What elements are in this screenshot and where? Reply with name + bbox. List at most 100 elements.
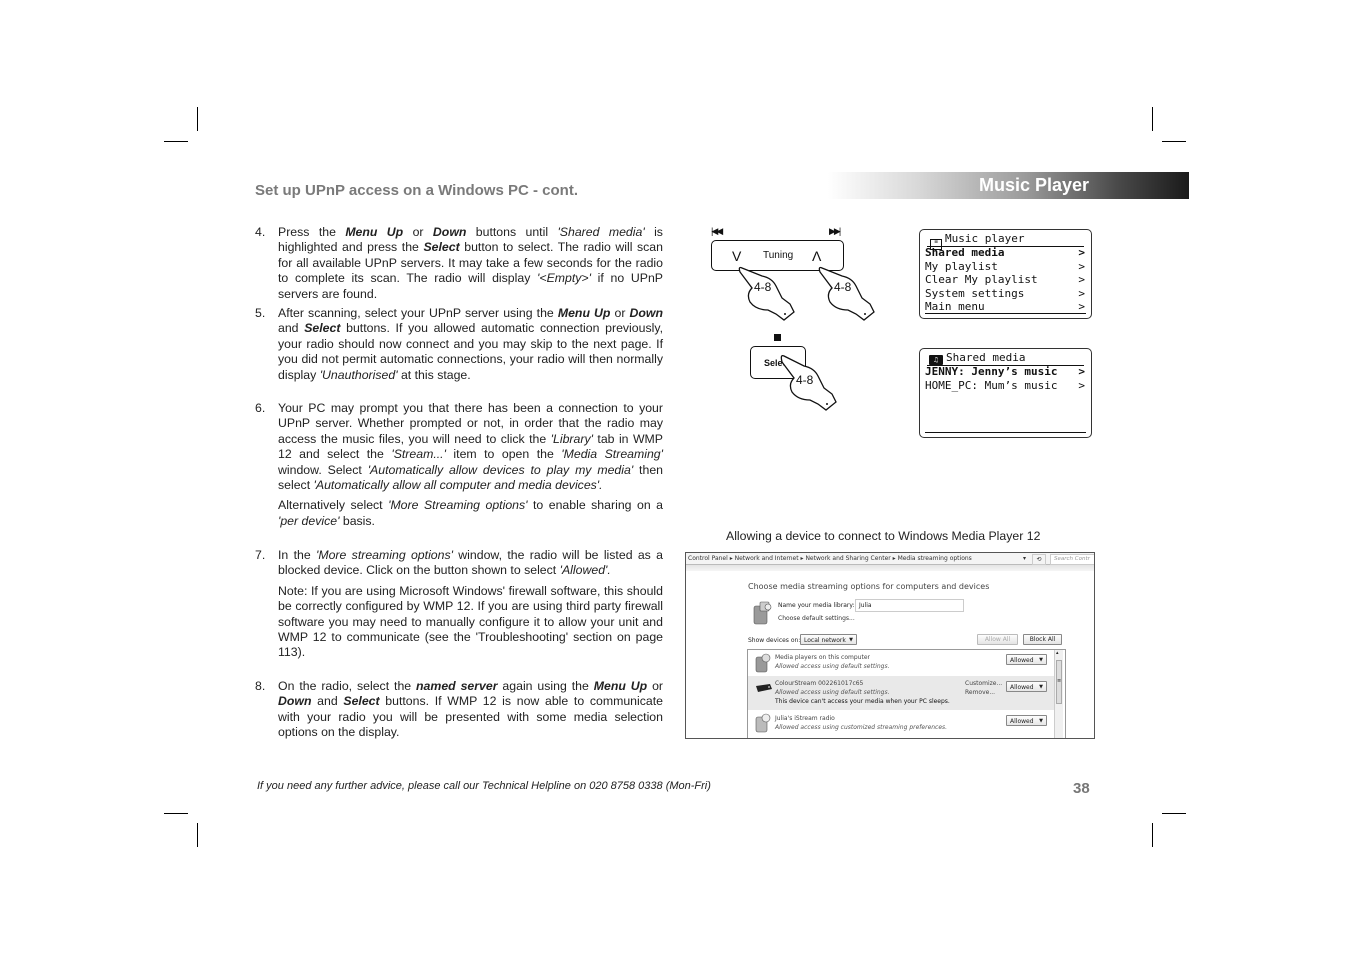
lcd-row-selected[interactable]: Shared media > [925, 246, 1085, 259]
skip-previous-icon: |◀◀ [711, 226, 723, 236]
breadcrumb-item[interactable]: Network and Sharing Center [805, 555, 890, 562]
device-name: Julia's iStream radio [775, 715, 835, 722]
breadcrumb-item[interactable]: Network and Internet [735, 555, 799, 562]
text-run: again using the [497, 679, 594, 693]
refresh-icon[interactable]: ⟲ [1032, 554, 1046, 565]
block-all-button[interactable]: Block All [1023, 634, 1062, 645]
section-title: Set up UPnP access on a Windows PC - con… [255, 182, 578, 199]
crop-mark [1152, 107, 1153, 131]
breadcrumb-item[interactable]: Media streaming options [898, 555, 972, 562]
step-ref-label: 4-8 [796, 373, 814, 387]
quoted-term: 'Unauthorised' [319, 367, 398, 382]
device-status: Allowed access using customized streamin… [775, 724, 948, 731]
select-value: Local network [804, 637, 846, 644]
text-run: or [610, 306, 630, 320]
crop-mark [1152, 823, 1153, 847]
media-streaming-window: Control Panel ▸ Network and Internet ▸ N… [685, 552, 1095, 739]
chevron-right-icon: > [1078, 378, 1085, 392]
crop-mark [1162, 813, 1186, 814]
dropdown-arrow-icon[interactable]: ▾ [1023, 553, 1026, 564]
text-run: After scanning, select your UPnP server … [278, 306, 558, 320]
lcd-row[interactable]: Clear My playlist > [925, 273, 1085, 286]
text-run: item to open the [445, 447, 562, 462]
library-name-label: Name your media library: [778, 602, 855, 609]
media-library-icon [753, 601, 772, 625]
quoted-term: 'Media Streaming' [561, 447, 663, 462]
text-run: In the [278, 548, 316, 562]
text-run: basis. [339, 513, 375, 528]
step-number: 6. [255, 401, 266, 415]
step-paragraph: Press the Menu Up or Down buttons until … [278, 225, 663, 302]
device-access-select[interactable]: Allowed ▼ [1006, 715, 1047, 726]
step-body: Press the Menu Up or Down buttons until … [278, 225, 663, 302]
lcd-row[interactable]: System settings > [925, 287, 1085, 300]
text-run: buttons until [466, 225, 558, 239]
media-player-device-icon [755, 653, 771, 673]
chevron-right-icon: > [1078, 286, 1085, 300]
lcd-divider [925, 432, 1086, 433]
step-paragraph: Alternatively select 'More Streaming opt… [278, 498, 663, 529]
emphasis-term: Menu Up [593, 679, 648, 693]
chevron-right-icon: > [1078, 246, 1085, 259]
quoted-term: '<Empty>' [537, 271, 591, 286]
search-input[interactable]: Search Contr [1050, 554, 1094, 565]
lcd-row[interactable]: Main menu > [925, 300, 1085, 313]
emphasis-term: Down [278, 694, 312, 709]
step-paragraph: On the radio, select the named server ag… [278, 679, 663, 741]
device-row[interactable]: Julia's iStream radio Allowed access usi… [748, 710, 1054, 738]
show-devices-select[interactable]: Local network ▼ [800, 634, 857, 645]
scrollbar[interactable]: ▴ ≡ [1054, 650, 1063, 738]
step-paragraph: After scanning, select your UPnP server … [278, 306, 663, 383]
quoted-term: 'Stream...' [391, 447, 446, 462]
emphasis-term: Select [304, 321, 341, 336]
step-ref-label: 4-8 [754, 280, 772, 294]
breadcrumb-item[interactable]: Control Panel [688, 555, 728, 562]
step-body: In the 'More streaming options' window, … [278, 548, 663, 661]
lcd-title: Shared media [946, 351, 1026, 364]
radio-device-icon [756, 684, 772, 692]
toolbar-band [686, 565, 1094, 571]
text-run: Note: If you are using Microsoft Windows… [278, 583, 663, 660]
library-name-input[interactable]: Julia [855, 599, 964, 612]
device-access-select[interactable]: Allowed ▼ [1006, 654, 1047, 665]
allow-all-button[interactable]: Allow All [977, 634, 1018, 645]
chevron-down-icon: ▼ [849, 637, 853, 643]
text-run: and [278, 321, 305, 336]
media-player-device-icon [755, 713, 771, 733]
quoted-term: 'Automatically allow devices to play my … [367, 462, 634, 477]
default-settings-link[interactable]: Choose default settings... [778, 615, 855, 622]
customize-link[interactable]: Customize... [965, 680, 1002, 687]
lcd-row-label: My playlist [925, 259, 998, 273]
lcd-row-label: JENNY: Jenny’s music [925, 365, 1058, 378]
breadcrumb: Control Panel ▸ Network and Internet ▸ N… [688, 555, 972, 562]
chevron-right-icon: > [1078, 259, 1085, 273]
device-access-select[interactable]: Allowed ▼ [1006, 681, 1047, 692]
emphasis-term: Select [423, 240, 460, 255]
quoted-term: 'Library' [550, 431, 593, 446]
address-bar[interactable]: Control Panel ▸ Network and Internet ▸ N… [686, 553, 1094, 565]
device-row[interactable]: Media players on this computer Allowed a… [748, 650, 1054, 676]
lcd-row[interactable]: My playlist > [925, 260, 1085, 273]
scroll-up-icon[interactable]: ▴ [1056, 650, 1059, 656]
skip-next-icon: ▶▶| [829, 226, 841, 236]
device-name: Media players on this computer [775, 654, 870, 661]
lcd-row-label: Shared media [925, 246, 1005, 259]
device-row-selected[interactable]: ColourStream 002261017c65 Allowed access… [748, 676, 1054, 710]
remove-link[interactable]: Remove... [965, 689, 995, 696]
show-devices-label: Show devices on: [748, 637, 801, 644]
chevron-down-icon: ▼ [1039, 718, 1043, 724]
lcd-row-label: System settings [925, 286, 1025, 300]
dialog-heading: Choose media streaming options for compu… [748, 582, 990, 591]
text-run: On the radio, select the [278, 679, 417, 693]
step-body: After scanning, select your UPnP server … [278, 306, 663, 383]
lcd-row-selected[interactable]: JENNY: Jenny’s music > [925, 365, 1085, 378]
text-run: Press the [278, 225, 346, 239]
instruction-step: 7. In the 'More streaming options' windo… [255, 548, 663, 661]
scrollbar-thumb[interactable]: ≡ [1056, 660, 1062, 704]
quoted-term: 'per device' [278, 513, 340, 528]
instruction-step: 6. Your PC may prompt you that there has… [255, 401, 663, 529]
quoted-term: 'Automatically allow all computer and me… [313, 478, 603, 493]
lcd-row[interactable]: HOME_PC: Mum’s music > [925, 379, 1085, 392]
lcd-title-row: ≡ Music player [927, 232, 1084, 250]
chevron-right-icon: > [1078, 365, 1085, 378]
